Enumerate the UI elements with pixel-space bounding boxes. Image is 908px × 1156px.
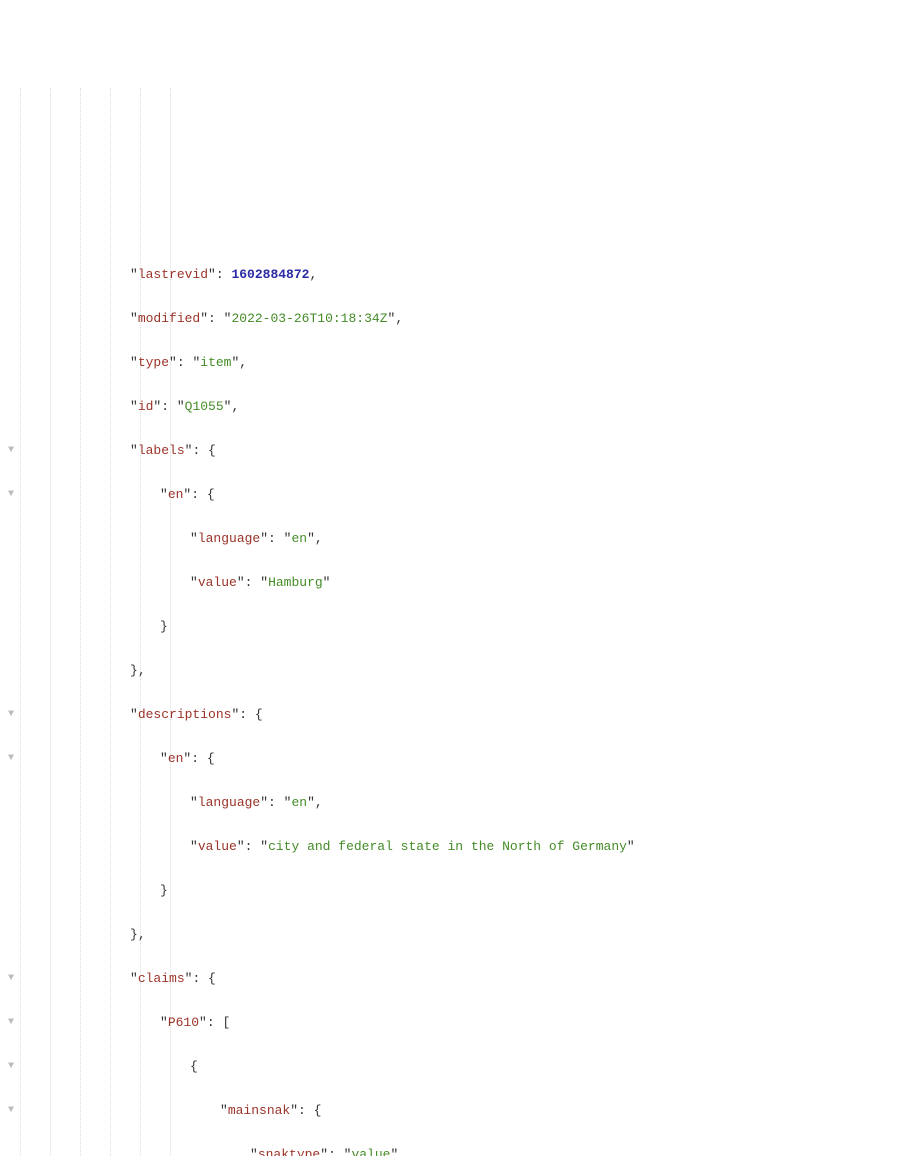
json-line-snaktype: "snaktype": "value", xyxy=(20,1144,908,1156)
json-line-labels-open: ▼"labels": { xyxy=(20,440,908,462)
expand-caret-icon[interactable]: ▼ xyxy=(6,440,16,462)
json-viewer: "lastrevid": 1602884872, "modified": "20… xyxy=(0,88,908,1156)
json-line-p610-open: ▼"P610": [ xyxy=(20,1012,908,1034)
json-line-desc-en-close: } xyxy=(20,880,908,902)
json-line-desc-en-open: ▼"en": { xyxy=(20,748,908,770)
expand-caret-icon[interactable]: ▼ xyxy=(6,968,16,990)
json-line-modified: "modified": "2022-03-26T10:18:34Z", xyxy=(20,308,908,330)
expand-caret-icon[interactable]: ▼ xyxy=(6,1056,16,1078)
json-line-type: "type": "item", xyxy=(20,352,908,374)
json-line-desc-en-value: "value": "city and federal state in the … xyxy=(20,836,908,858)
json-line-p610-item-open: ▼{ xyxy=(20,1056,908,1078)
expand-caret-icon[interactable]: ▼ xyxy=(6,748,16,770)
expand-caret-icon[interactable]: ▼ xyxy=(6,484,16,506)
json-line-desc-en-language: "language": "en", xyxy=(20,792,908,814)
json-line-mainsnak-open: ▼"mainsnak": { xyxy=(20,1100,908,1122)
json-line-labels-en-value: "value": "Hamburg" xyxy=(20,572,908,594)
json-line-id: "id": "Q1055", xyxy=(20,396,908,418)
expand-caret-icon[interactable]: ▼ xyxy=(6,1100,16,1122)
expand-caret-icon[interactable]: ▼ xyxy=(6,1012,16,1034)
json-line-claims-open: ▼"claims": { xyxy=(20,968,908,990)
expand-caret-icon[interactable]: ▼ xyxy=(6,704,16,726)
json-line-labels-en-open: ▼"en": { xyxy=(20,484,908,506)
json-line-descriptions-open: ▼"descriptions": { xyxy=(20,704,908,726)
json-line-labels-en-language: "language": "en", xyxy=(20,528,908,550)
json-line-lastrevid: "lastrevid": 1602884872, xyxy=(20,264,908,286)
json-line-labels-close: }, xyxy=(20,660,908,682)
json-line-labels-en-close: } xyxy=(20,616,908,638)
json-line-descriptions-close: }, xyxy=(20,924,908,946)
